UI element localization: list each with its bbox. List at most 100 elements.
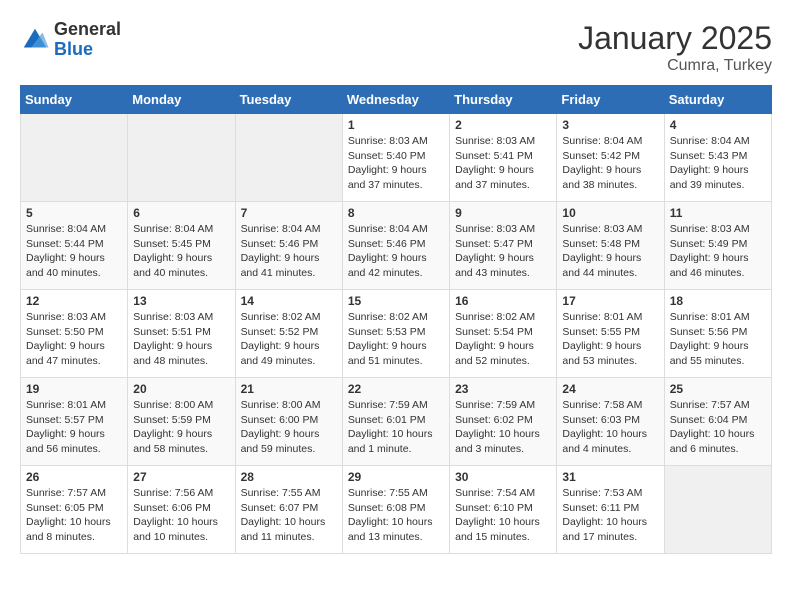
day-info: Sunrise: 8:03 AM Sunset: 5:47 PM Dayligh… (455, 222, 551, 281)
calendar-cell: 2 Sunrise: 8:03 AM Sunset: 5:41 PM Daylig… (450, 114, 557, 202)
day-info: Sunrise: 8:01 AM Sunset: 5:57 PM Dayligh… (26, 398, 122, 457)
weekday-header-friday: Friday (557, 86, 664, 114)
calendar-cell: 17Sunrise: 8:01 AM Sunset: 5:55 PM Dayli… (557, 290, 664, 378)
day-info: Sunrise: 8:04 AM Sunset: 5:43 PM Dayligh… (670, 134, 766, 193)
day-info: Sunrise: 7:53 AM Sunset: 6:11 PM Dayligh… (562, 486, 658, 545)
day-info: Sunrise: 8:03 AM Sunset: 5:48 PM Dayligh… (562, 222, 658, 281)
calendar-cell: 12Sunrise: 8:03 AM Sunset: 5:50 PM Dayli… (21, 290, 128, 378)
calendar-cell: 22Sunrise: 7:59 AM Sunset: 6:01 PM Dayli… (342, 378, 449, 466)
day-number: 9 (455, 206, 551, 220)
day-number: 21 (241, 382, 337, 396)
week-row-3: 12Sunrise: 8:03 AM Sunset: 5:50 PM Dayli… (21, 290, 772, 378)
calendar-cell: 26 Sunrise: 7:57 AM Sunset: 6:05 PM Dayli… (21, 466, 128, 554)
day-info: Sunrise: 8:03 AM Sunset: 5:41 PM Dayligh… (455, 134, 551, 193)
calendar-cell: 16Sunrise: 8:02 AM Sunset: 5:54 PM Dayli… (450, 290, 557, 378)
day-number: 28 (241, 470, 337, 484)
day-number: 6 (133, 206, 229, 220)
calendar-cell: 14 Sunrise: 8:02 AM Sunset: 5:52 PM Dayli… (235, 290, 342, 378)
day-info: Sunrise: 8:03 AM Sunset: 5:40 PM Dayligh… (348, 134, 444, 193)
week-row-5: 26 Sunrise: 7:57 AM Sunset: 6:05 PM Dayli… (21, 466, 772, 554)
day-number: 11 (670, 206, 766, 220)
weekday-header-row: SundayMondayTuesdayWednesdayThursdayFrid… (21, 86, 772, 114)
day-info: Sunrise: 7:58 AM Sunset: 6:03 PM Dayligh… (562, 398, 658, 457)
logo-text: General Blue (54, 20, 121, 60)
day-number: 2 (455, 118, 551, 132)
day-number: 23 (455, 382, 551, 396)
calendar-cell: 9 Sunrise: 8:03 AM Sunset: 5:47 PM Daylig… (450, 202, 557, 290)
calendar-cell: 10 Sunrise: 8:03 AM Sunset: 5:48 PM Dayli… (557, 202, 664, 290)
weekday-header-saturday: Saturday (664, 86, 771, 114)
day-number: 5 (26, 206, 122, 220)
day-number: 20 (133, 382, 229, 396)
calendar-cell (128, 114, 235, 202)
day-info: Sunrise: 7:56 AM Sunset: 6:06 PM Dayligh… (133, 486, 229, 545)
title-area: January 2025 Cumra, Turkey (578, 20, 772, 75)
calendar-cell: 18 Sunrise: 8:01 AM Sunset: 5:56 PM Dayli… (664, 290, 771, 378)
calendar-cell: 5Sunrise: 8:04 AM Sunset: 5:44 PM Daylig… (21, 202, 128, 290)
calendar-cell: 28 Sunrise: 7:55 AM Sunset: 6:07 PM Dayli… (235, 466, 342, 554)
calendar-cell: 29 Sunrise: 7:55 AM Sunset: 6:08 PM Dayli… (342, 466, 449, 554)
week-row-4: 19 Sunrise: 8:01 AM Sunset: 5:57 PM Dayli… (21, 378, 772, 466)
day-number: 8 (348, 206, 444, 220)
logo: General Blue (20, 20, 121, 60)
day-info: Sunrise: 8:02 AM Sunset: 5:53 PM Dayligh… (348, 310, 444, 369)
calendar-cell: 13 Sunrise: 8:03 AM Sunset: 5:51 PM Dayli… (128, 290, 235, 378)
day-number: 14 (241, 294, 337, 308)
day-number: 25 (670, 382, 766, 396)
calendar-cell: 23 Sunrise: 7:59 AM Sunset: 6:02 PM Dayli… (450, 378, 557, 466)
logo-general: General (54, 20, 121, 40)
calendar-cell: 4 Sunrise: 8:04 AM Sunset: 5:43 PM Daylig… (664, 114, 771, 202)
day-info: Sunrise: 8:04 AM Sunset: 5:45 PM Dayligh… (133, 222, 229, 281)
calendar-cell: 19 Sunrise: 8:01 AM Sunset: 5:57 PM Dayli… (21, 378, 128, 466)
calendar-cell: 31 Sunrise: 7:53 AM Sunset: 6:11 PM Dayli… (557, 466, 664, 554)
day-number: 31 (562, 470, 658, 484)
day-number: 24 (562, 382, 658, 396)
day-info: Sunrise: 7:57 AM Sunset: 6:05 PM Dayligh… (26, 486, 122, 545)
calendar-cell: 15 Sunrise: 8:02 AM Sunset: 5:53 PM Dayli… (342, 290, 449, 378)
week-row-2: 5Sunrise: 8:04 AM Sunset: 5:44 PM Daylig… (21, 202, 772, 290)
page-header: General Blue January 2025 Cumra, Turkey (20, 20, 772, 75)
weekday-header-monday: Monday (128, 86, 235, 114)
day-number: 22 (348, 382, 444, 396)
weekday-header-wednesday: Wednesday (342, 86, 449, 114)
calendar-cell: 3Sunrise: 8:04 AM Sunset: 5:42 PM Daylig… (557, 114, 664, 202)
day-number: 16 (455, 294, 551, 308)
calendar-cell: 20Sunrise: 8:00 AM Sunset: 5:59 PM Dayli… (128, 378, 235, 466)
day-info: Sunrise: 8:03 AM Sunset: 5:51 PM Dayligh… (133, 310, 229, 369)
calendar-cell: 11Sunrise: 8:03 AM Sunset: 5:49 PM Dayli… (664, 202, 771, 290)
day-number: 29 (348, 470, 444, 484)
calendar-cell: 8 Sunrise: 8:04 AM Sunset: 5:46 PM Daylig… (342, 202, 449, 290)
calendar-cell (664, 466, 771, 554)
calendar-cell: 1Sunrise: 8:03 AM Sunset: 5:40 PM Daylig… (342, 114, 449, 202)
calendar-subtitle: Cumra, Turkey (578, 57, 772, 75)
day-info: Sunrise: 8:04 AM Sunset: 5:42 PM Dayligh… (562, 134, 658, 193)
day-number: 27 (133, 470, 229, 484)
calendar-cell: 7Sunrise: 8:04 AM Sunset: 5:46 PM Daylig… (235, 202, 342, 290)
weekday-header-sunday: Sunday (21, 86, 128, 114)
calendar-cell (21, 114, 128, 202)
day-info: Sunrise: 8:03 AM Sunset: 5:50 PM Dayligh… (26, 310, 122, 369)
day-info: Sunrise: 8:00 AM Sunset: 6:00 PM Dayligh… (241, 398, 337, 457)
day-info: Sunrise: 8:04 AM Sunset: 5:46 PM Dayligh… (241, 222, 337, 281)
week-row-1: 1Sunrise: 8:03 AM Sunset: 5:40 PM Daylig… (21, 114, 772, 202)
day-info: Sunrise: 7:55 AM Sunset: 6:08 PM Dayligh… (348, 486, 444, 545)
day-info: Sunrise: 7:59 AM Sunset: 6:02 PM Dayligh… (455, 398, 551, 457)
day-number: 13 (133, 294, 229, 308)
calendar-cell: 6 Sunrise: 8:04 AM Sunset: 5:45 PM Daylig… (128, 202, 235, 290)
day-info: Sunrise: 8:01 AM Sunset: 5:55 PM Dayligh… (562, 310, 658, 369)
day-number: 26 (26, 470, 122, 484)
day-info: Sunrise: 8:02 AM Sunset: 5:52 PM Dayligh… (241, 310, 337, 369)
day-number: 4 (670, 118, 766, 132)
day-info: Sunrise: 7:54 AM Sunset: 6:10 PM Dayligh… (455, 486, 551, 545)
day-info: Sunrise: 8:01 AM Sunset: 5:56 PM Dayligh… (670, 310, 766, 369)
day-info: Sunrise: 7:55 AM Sunset: 6:07 PM Dayligh… (241, 486, 337, 545)
day-number: 10 (562, 206, 658, 220)
day-number: 18 (670, 294, 766, 308)
day-number: 15 (348, 294, 444, 308)
calendar-table: SundayMondayTuesdayWednesdayThursdayFrid… (20, 85, 772, 554)
calendar-cell: 24 Sunrise: 7:58 AM Sunset: 6:03 PM Dayli… (557, 378, 664, 466)
calendar-title: January 2025 (578, 20, 772, 57)
day-number: 19 (26, 382, 122, 396)
day-info: Sunrise: 8:04 AM Sunset: 5:46 PM Dayligh… (348, 222, 444, 281)
weekday-header-thursday: Thursday (450, 86, 557, 114)
